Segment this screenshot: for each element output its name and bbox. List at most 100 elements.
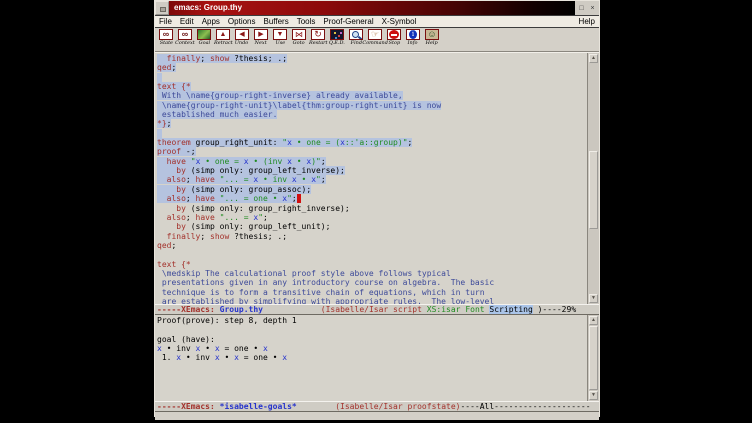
toolbar-button-undo[interactable]: ◀Undo [233, 29, 251, 47]
script-line-text [157, 129, 162, 138]
toolbar-button-help[interactable]: ☺Help [423, 29, 441, 47]
text-segment: \medskip The calculational proof style a… [157, 269, 451, 278]
text-segment: ; [186, 213, 196, 222]
text-segment: With \name{group-right-inverse} already … [157, 91, 403, 100]
goals-buffer[interactable]: Proof(prove): step 8, depth 1goal (have)… [155, 315, 587, 401]
toolbar-button-retract[interactable]: ▲Retract [214, 29, 232, 47]
desktop: emacs: Group.thy □ × File Edit Apps Options… [0, 0, 752, 423]
toolbar-button-command[interactable]: ☞Command [366, 29, 384, 47]
script-line-text: With \name{group-right-inverse} already … [157, 91, 403, 100]
text-segment: Font [465, 305, 484, 314]
goals-modeline: -----XEmacs: *isabelle-goals* (Isabelle/… [155, 401, 599, 412]
text-segment [157, 175, 167, 184]
scroll-down-icon[interactable]: ▼ [589, 294, 598, 303]
text-segment: Proof(prove): step 8, depth 1 [157, 316, 297, 325]
toolbar-button-info[interactable]: iInfo [404, 29, 422, 47]
script-line-text: \name{group-right-unit}\label{thm:group-… [157, 101, 441, 110]
menu-item-proof-general[interactable]: Proof-General [323, 17, 373, 26]
info-icon: i [406, 29, 420, 40]
script-scrollbar[interactable]: ▲ ▼ [587, 53, 599, 304]
titlebar[interactable]: emacs: Group.thy □ × [155, 1, 599, 15]
text-segment: • (inv [249, 157, 288, 166]
toolbar-button-q-e-d[interactable]: Q.E.D. [328, 29, 346, 47]
toolbar-button-next[interactable]: ▶Next [252, 29, 270, 47]
flag-icon [197, 29, 211, 40]
script-line-text: also; have "... = x"; [157, 213, 268, 222]
toolbar-button-use[interactable]: ▼Use [271, 29, 289, 47]
scroll-up-icon[interactable]: ▲ [589, 54, 598, 63]
script-line: *}; [157, 119, 587, 128]
text-segment [157, 166, 176, 175]
text-segment: = one • [220, 344, 263, 353]
menu-item-x-symbol[interactable]: X-Symbol [382, 17, 417, 26]
menu-item-edit[interactable]: Edit [180, 17, 194, 26]
text-segment: also [167, 213, 186, 222]
toolbar-button-goal[interactable]: Goal [195, 29, 213, 47]
text-segment [157, 232, 167, 241]
script-line-text: proof -; [157, 147, 196, 156]
text-segment: ; [321, 157, 326, 166]
toolbar-button-label: Next [255, 40, 267, 46]
text-segment: "... = [220, 213, 254, 222]
echo-area[interactable] [155, 412, 599, 420]
text-segment: Group.thy [220, 305, 263, 314]
close-button[interactable]: × [588, 4, 597, 13]
text-segment: ; [408, 138, 413, 147]
script-line: With \name{group-right-inverse} already … [157, 91, 587, 100]
menu-item-file[interactable]: File [159, 17, 172, 26]
toolbar-button-goto[interactable]: ⋈Goto [290, 29, 308, 47]
menu-item-buffers[interactable]: Buffers [264, 17, 289, 26]
script-modeline: -----XEmacs: Group.thy (Isabelle/Isar sc… [155, 304, 599, 315]
menu-item-help[interactable]: Help [579, 17, 595, 26]
undo-icon: ◀ [235, 29, 249, 40]
menubar: File Edit Apps Options Buffers Tools Proof-Gen… [155, 15, 599, 28]
scroll-down-icon[interactable]: ▼ [589, 391, 598, 400]
goals-scrollbar[interactable]: ▲ ▼ [587, 315, 599, 401]
maximize-button[interactable]: □ [577, 4, 586, 13]
toolbar-button-label: Find [350, 40, 361, 46]
script-line-text: also; have "... = one • x"; [157, 194, 301, 203]
toolbar: ∞State∞ContextGoal▲Retract◀Undo▶Next▼Use… [155, 28, 599, 52]
goals-scrollbar-thumb[interactable] [589, 326, 598, 390]
script-line [157, 73, 587, 82]
menu-item-tools[interactable]: Tools [297, 17, 316, 26]
goals-line-text: 1. x • inv x • x = one • x [157, 353, 287, 362]
toolbar-button-context[interactable]: ∞Context [176, 29, 194, 47]
script-line: by (simp only: group_assoc); [157, 185, 587, 194]
script-line-text: by (simp only: group_left_unit); [157, 222, 330, 231]
menu-item-options[interactable]: Options [228, 17, 256, 26]
toolbar-button-state[interactable]: ∞State [157, 29, 175, 47]
text-segment: theorem [157, 138, 191, 147]
script-line-text: text {* [157, 82, 191, 91]
script-scrollbar-thumb[interactable] [589, 151, 598, 229]
script-line: by (simp only: group_right_inverse); [157, 204, 587, 213]
menu-item-apps[interactable]: Apps [202, 17, 220, 26]
script-line: also; have "... = x • inv x • x"; [157, 175, 587, 184]
toolbar-button-stop[interactable]: Stop [385, 29, 403, 47]
scroll-up-icon[interactable]: ▲ [589, 316, 598, 325]
text-segment [263, 305, 321, 314]
toolbar-button-restart[interactable]: ↻Restart [309, 29, 327, 47]
script-pane: finally; show ?thesis; .;qed; text {* Wi… [155, 53, 599, 304]
text-segment: by [176, 222, 186, 231]
text-segment [297, 402, 336, 411]
script-line-text: \medskip The calculational proof style a… [157, 269, 451, 278]
script-line: are established by simplifying with appr… [157, 297, 587, 304]
text-segment [157, 204, 176, 213]
window-menu-button[interactable] [155, 1, 169, 15]
script-line: also; have "... = one • x"; [157, 194, 587, 203]
goals-pane: Proof(prove): step 8, depth 1goal (have)… [155, 315, 599, 401]
script-line: by (simp only: group_left_inverse); [157, 166, 587, 175]
script-buffer[interactable]: finally; show ?thesis; .;qed; text {* Wi… [155, 53, 587, 304]
toolbar-button-label: Undo [235, 40, 249, 46]
menu-right: Help [579, 17, 595, 26]
text-segment: • [220, 353, 234, 362]
script-line: technique is to form a transitive chain … [157, 288, 587, 297]
text-segment: "... = [220, 175, 254, 184]
script-line: finally; show ?thesis; .; [157, 54, 587, 63]
buffers: finally; show ?thesis; .;qed; text {* Wi… [155, 52, 599, 420]
text-segment: {* [181, 260, 191, 269]
script-line-text: also; have "... = x • inv x • x"; [157, 175, 326, 184]
text-segment [157, 185, 176, 194]
script-line: theorem group_right_unit: "x • one = (x:… [157, 138, 587, 147]
